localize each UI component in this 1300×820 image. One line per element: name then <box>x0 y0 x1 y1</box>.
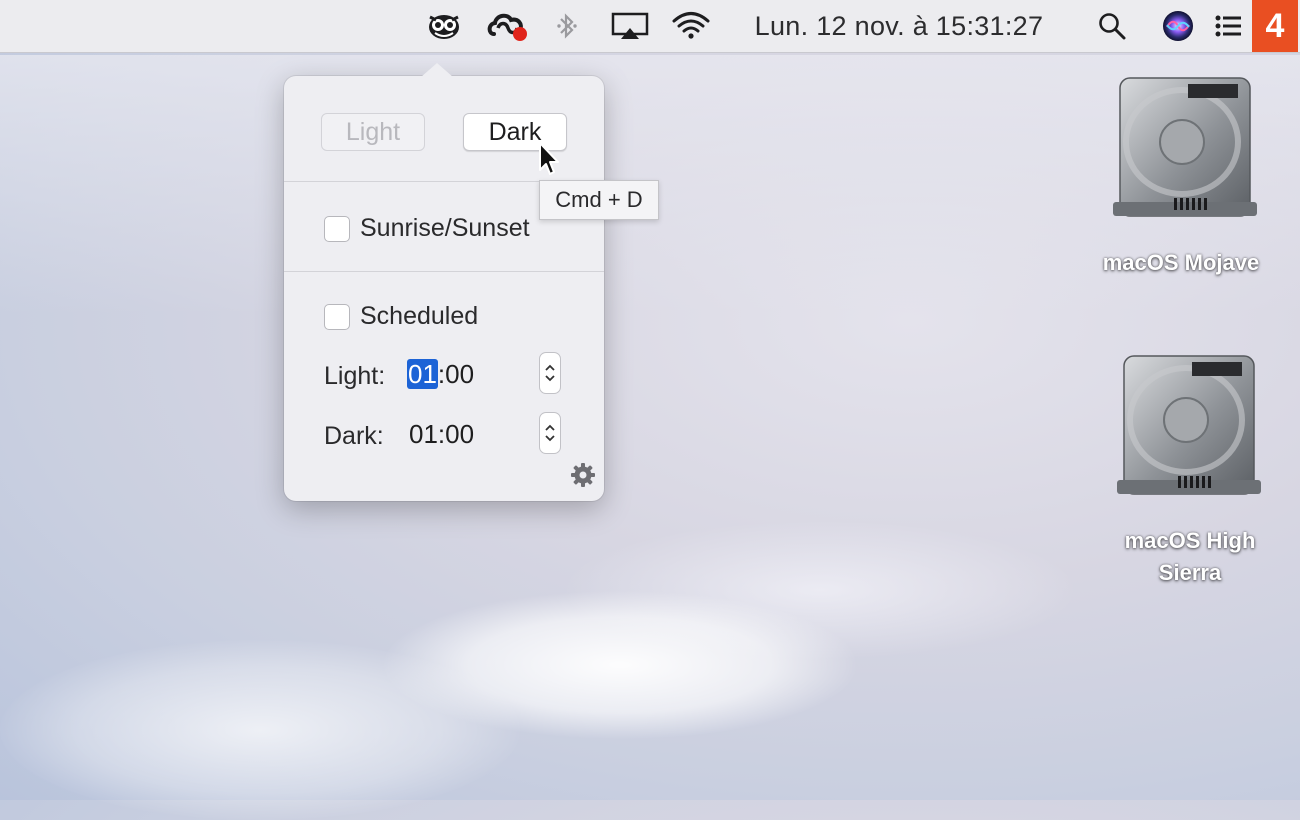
disk-high-sierra-label[interactable]: macOS High Sierra <box>1095 525 1285 589</box>
chevron-up-icon <box>545 424 555 431</box>
dark-time-field[interactable]: 01:00 <box>409 419 474 450</box>
notification-center-icon[interactable] <box>1212 0 1246 52</box>
mouse-pointer-icon <box>538 141 562 184</box>
airplay-icon[interactable] <box>607 0 653 52</box>
gear-icon[interactable] <box>570 462 596 493</box>
sunrise-sunset-row[interactable]: Sunrise/Sunset <box>324 214 530 243</box>
disk-high-sierra-label-line2: Sierra <box>1158 560 1222 585</box>
hard-drive-icon <box>1113 77 1257 217</box>
sunrise-sunset-label: Sunrise/Sunset <box>360 214 530 242</box>
sunrise-sunset-checkbox[interactable] <box>324 215 350 242</box>
disk-mojave[interactable] <box>1096 72 1276 237</box>
bluetooth-icon[interactable] <box>552 0 582 52</box>
night-owl-icon[interactable] <box>422 0 466 52</box>
scheduled-row[interactable]: Scheduled <box>324 302 478 331</box>
menu-clock[interactable]: Lun. 12 nov. à 15:31:27 <box>732 0 1066 52</box>
siri-icon[interactable] <box>1158 0 1198 52</box>
divider <box>284 271 604 272</box>
dark-time-label: Dark: <box>324 422 384 450</box>
chevron-down-icon <box>545 435 555 442</box>
creative-cloud-icon[interactable] <box>484 0 532 52</box>
light-time-stepper[interactable] <box>539 352 561 394</box>
search-icon[interactable] <box>1092 0 1132 52</box>
wifi-icon[interactable] <box>668 0 714 52</box>
menu-bar: Lun. 12 nov. à 15:31:27 4 <box>0 0 1300 53</box>
shortcut-tooltip: Cmd + D <box>539 180 659 220</box>
light-mode-button[interactable]: Light <box>321 113 425 151</box>
disk-high-sierra-label-line1: macOS High <box>1124 528 1256 553</box>
popover-arrow <box>421 63 453 77</box>
light-time-minutes[interactable]: :00 <box>438 359 474 389</box>
chevron-up-icon <box>545 364 555 371</box>
light-time-label: Light: <box>324 362 386 390</box>
dark-time-stepper[interactable] <box>539 412 561 454</box>
light-time-field[interactable]: 01:00 <box>407 359 474 390</box>
light-time-hour[interactable]: 01 <box>407 359 438 389</box>
hard-drive-icon <box>1117 355 1261 495</box>
scheduled-checkbox[interactable] <box>324 303 350 330</box>
step-badge: 4 <box>1252 0 1298 52</box>
disk-high-sierra[interactable] <box>1100 350 1280 515</box>
night-owl-popover: Light Dark Sunrise/Sunset Scheduled Ligh… <box>284 63 604 501</box>
disk-mojave-label[interactable]: macOS Mojave <box>1086 247 1276 279</box>
scheduled-label: Scheduled <box>360 302 479 330</box>
chevron-down-icon <box>545 375 555 382</box>
